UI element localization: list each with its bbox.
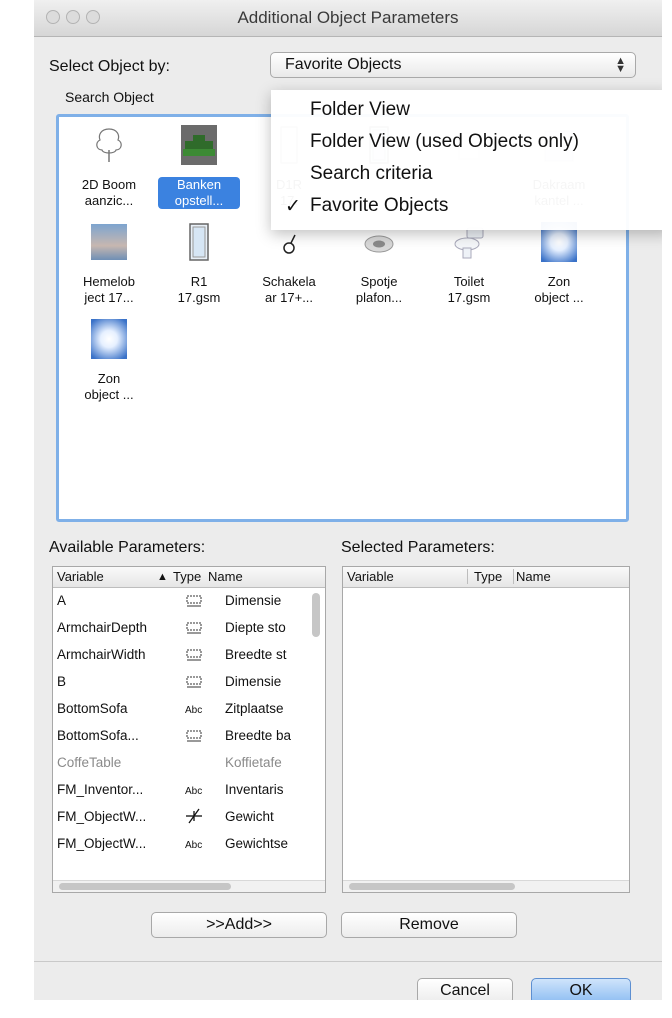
object-name: Spotje plafon... bbox=[355, 274, 403, 305]
add-button[interactable]: >>Add>> bbox=[151, 912, 327, 938]
available-parameters-title: Available Parameters: bbox=[49, 539, 206, 556]
menu-item-favorite-objects[interactable]: Favorite Objects bbox=[310, 195, 448, 217]
dimension-type-icon bbox=[185, 648, 203, 665]
window-icon bbox=[181, 222, 217, 262]
table-row[interactable]: B Dimensie bbox=[53, 669, 325, 696]
name-cell: Gewicht bbox=[225, 809, 274, 824]
object-name: 2D Boom aanzic... bbox=[81, 177, 137, 208]
table-row[interactable]: FM_ObjectW... Abc Gewichtse bbox=[53, 831, 325, 858]
name-cell: Gewichtse bbox=[225, 836, 289, 851]
available-parameters-table[interactable]: Variable ▲ Type Name A Dimensie ArmchairDe… bbox=[52, 566, 326, 893]
name-cell: Breedte st bbox=[225, 647, 287, 662]
table-row[interactable]: BottomSofa... Breedte ba bbox=[53, 723, 325, 750]
dimension-type-icon bbox=[185, 621, 203, 638]
menu-item-folder-view-used[interactable]: Folder View (used Objects only) bbox=[310, 131, 579, 153]
variable-cell: FM_ObjectW... bbox=[57, 836, 147, 851]
table-row[interactable]: ArmchairWidth Breedte st bbox=[53, 642, 325, 669]
variable-cell: ArmchairDepth bbox=[57, 620, 148, 635]
variable-cell: BottomSofa... bbox=[57, 728, 139, 743]
column-header-type[interactable]: Type bbox=[467, 569, 502, 584]
selected-parameters-table[interactable]: Variable Type Name bbox=[342, 566, 630, 893]
remove-button[interactable]: Remove bbox=[341, 912, 517, 938]
divider bbox=[34, 961, 662, 962]
variable-cell: CoffeTable bbox=[57, 755, 122, 770]
table-row[interactable]: A Dimensie bbox=[53, 588, 325, 615]
favorite-objects-menu: Folder View Folder View (used Objects on… bbox=[271, 90, 662, 230]
variable-cell: BottomSofa bbox=[57, 701, 128, 716]
table-row[interactable]: FM_ObjectW... Gewicht bbox=[53, 804, 325, 831]
name-cell: Inventaris bbox=[225, 782, 284, 797]
column-header-name[interactable]: Name bbox=[513, 569, 551, 584]
window-title: Additional Object Parameters bbox=[237, 8, 459, 27]
selected-parameters-title: Selected Parameters: bbox=[341, 539, 495, 556]
sofa-icon bbox=[176, 121, 222, 167]
checkmark-icon: ✓ bbox=[285, 196, 301, 217]
dialog-window: Additional Object Parameters Select Obje… bbox=[34, 0, 662, 1000]
sort-ascending-icon: ▲ bbox=[157, 571, 168, 583]
table-row[interactable]: FM_Inventor... Abc Inventaris bbox=[53, 777, 325, 804]
horizontal-scrollbar-thumb[interactable] bbox=[349, 883, 515, 890]
variable-cell: FM_ObjectW... bbox=[57, 809, 147, 824]
variable-cell: ArmchairWidth bbox=[57, 647, 146, 662]
object-name: Schakela ar 17+... bbox=[262, 274, 316, 305]
tree-icon bbox=[91, 125, 127, 165]
column-header-type[interactable]: Type bbox=[173, 569, 201, 584]
table-row[interactable]: CoffeTable Koffietafe bbox=[53, 750, 325, 777]
text-type-icon: Abc bbox=[185, 840, 203, 851]
table-row[interactable]: ArmchairDepth Diepte sto bbox=[53, 615, 325, 642]
column-header-variable[interactable]: Variable bbox=[347, 569, 394, 584]
dimension-type-icon bbox=[185, 675, 203, 692]
search-object-label: Search Object bbox=[65, 89, 154, 105]
name-cell: Diepte sto bbox=[225, 620, 286, 635]
menu-item-folder-view[interactable]: Folder View bbox=[310, 99, 410, 121]
variable-cell: B bbox=[57, 674, 67, 689]
sun-icon bbox=[89, 319, 129, 359]
horizontal-scrollbar[interactable] bbox=[53, 880, 325, 892]
variable-cell: FM_Inventor... bbox=[57, 782, 144, 797]
name-cell: Zitplaatse bbox=[225, 701, 284, 716]
column-header-variable[interactable]: Variable bbox=[57, 569, 104, 584]
dimension-type-icon bbox=[185, 729, 203, 746]
table-header: Variable Type Name bbox=[343, 567, 629, 588]
object-name: Toilet 17.gsm bbox=[447, 274, 491, 305]
dimension-type-icon bbox=[185, 594, 203, 611]
object-name: Hemelob ject 17... bbox=[82, 274, 136, 305]
column-header-name[interactable]: Name bbox=[208, 569, 243, 584]
table-header: Variable ▲ Type Name bbox=[53, 567, 325, 588]
table-row[interactable]: BottomSofa Abc Zitplaatse bbox=[53, 696, 325, 723]
select-by-value: Favorite Objects bbox=[285, 56, 402, 73]
text-type-icon: Abc bbox=[185, 705, 203, 716]
variable-cell: A bbox=[57, 593, 67, 608]
cancel-button[interactable]: Cancel bbox=[417, 978, 513, 1000]
select-by-popup[interactable]: Favorite Objects ▲ ▼ bbox=[270, 52, 636, 78]
name-cell: Breedte ba bbox=[225, 728, 292, 743]
object-name: Zon object ... bbox=[84, 371, 134, 402]
select-by-label: Select Object by: bbox=[49, 58, 170, 75]
horizontal-scrollbar[interactable] bbox=[343, 880, 629, 892]
object-name: R1 17.gsm bbox=[177, 274, 221, 305]
name-cell: Dimensie bbox=[225, 674, 282, 689]
text-type-icon: Abc bbox=[185, 786, 203, 797]
horizontal-scrollbar-thumb[interactable] bbox=[59, 883, 231, 890]
popup-arrows-icon: ▲ ▼ bbox=[615, 55, 626, 75]
vertical-scrollbar-thumb[interactable] bbox=[312, 593, 320, 637]
object-name: Zon object ... bbox=[534, 274, 584, 305]
sky-icon bbox=[89, 222, 129, 262]
ok-button[interactable]: OK bbox=[531, 978, 631, 1000]
name-cell: Koffietafe bbox=[225, 755, 282, 770]
title-bar: Additional Object Parameters bbox=[34, 0, 662, 37]
name-cell: Dimensie bbox=[225, 593, 282, 608]
menu-item-search-criteria[interactable]: Search criteria bbox=[310, 163, 433, 185]
object-name: Banken opstell... bbox=[158, 177, 240, 209]
weight-type-icon bbox=[185, 808, 203, 827]
